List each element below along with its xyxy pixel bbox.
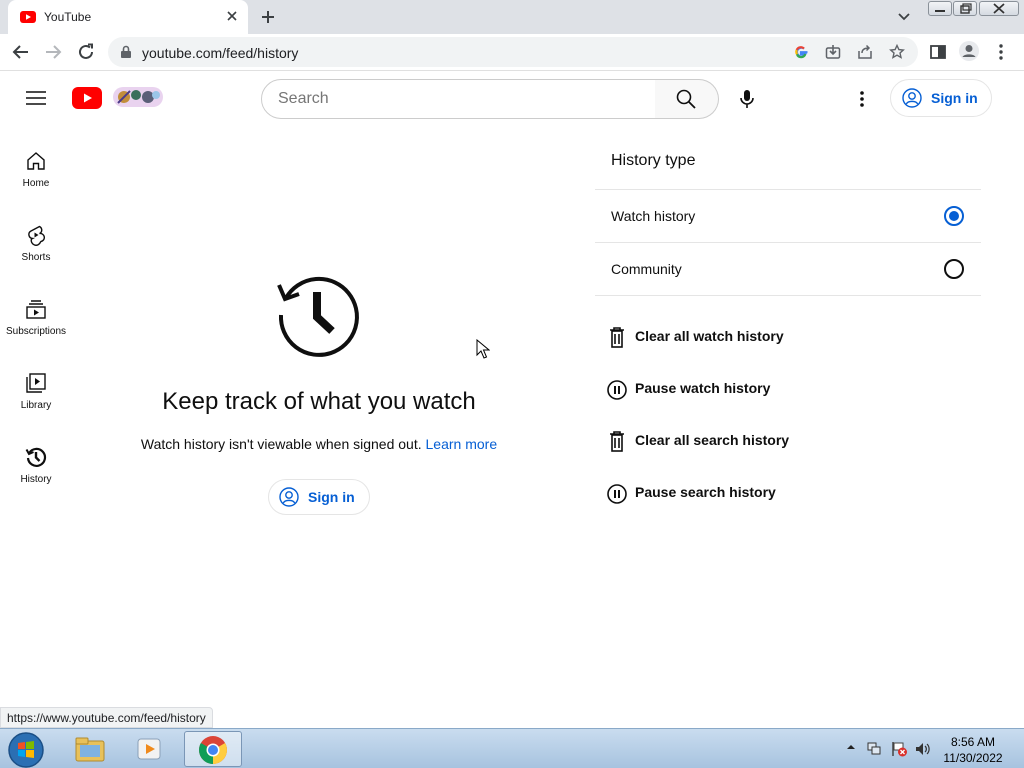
network-icon[interactable] — [866, 741, 882, 757]
clear-watch-history-button[interactable]: Clear all watch history — [605, 321, 865, 353]
option-label: Community — [611, 261, 682, 277]
action-center-flag-icon[interactable] — [890, 741, 908, 757]
install-app-icon[interactable] — [825, 44, 841, 60]
sidebar-item-history[interactable]: History — [0, 446, 72, 520]
url-text[interactable]: youtube.com/feed/history — [142, 45, 298, 61]
option-label: Watch history — [611, 208, 696, 224]
main-sign-in-label: Sign in — [308, 489, 355, 505]
new-tab-icon[interactable] — [260, 9, 276, 25]
action-label: Clear all search history — [635, 432, 790, 448]
youtube-logo[interactable] — [72, 87, 102, 109]
search-icon — [676, 89, 696, 109]
radio-button[interactable] — [944, 259, 964, 279]
chrome-icon — [198, 735, 228, 765]
clear-search-history-button[interactable]: Clear all search history — [605, 425, 865, 457]
radio-button-selected[interactable] — [944, 206, 964, 226]
sidebar-item-label: Library — [20, 400, 52, 411]
history-icon — [25, 446, 47, 468]
learn-more-link[interactable]: Learn more — [426, 436, 498, 452]
folder-icon — [74, 735, 106, 763]
windows-taskbar: 8:56 AM 11/30/2022 — [0, 728, 1024, 768]
more-options-icon[interactable] — [859, 90, 865, 108]
browser-tab[interactable]: YouTube — [8, 0, 248, 34]
sidebar-item-label: Subscriptions — [5, 326, 67, 337]
tab-title: YouTube — [44, 10, 92, 24]
youtube-header: Sign in — [0, 71, 1024, 127]
pause-icon — [605, 483, 629, 505]
doodle-logo[interactable] — [112, 85, 164, 109]
chrome-menu-icon[interactable] — [996, 43, 1006, 61]
hamburger-menu-icon[interactable] — [26, 90, 46, 106]
shorts-icon — [25, 224, 47, 246]
media-player-icon — [135, 735, 165, 763]
header-sign-in-button[interactable]: Sign in — [890, 79, 992, 117]
trash-icon — [605, 327, 629, 349]
pause-icon — [605, 379, 629, 401]
history-option-community[interactable]: Community — [595, 243, 981, 295]
profile-avatar-icon[interactable] — [958, 40, 980, 62]
volume-icon[interactable] — [914, 741, 930, 757]
divider — [595, 295, 981, 296]
sidebar-item-home[interactable]: Home — [0, 150, 72, 224]
pause-watch-history-button[interactable]: Pause watch history — [605, 373, 865, 405]
system-clock[interactable]: 8:56 AM 11/30/2022 — [938, 734, 1008, 766]
description-text: Watch history isn't viewable when signed… — [140, 436, 422, 452]
show-hidden-icons[interactable] — [846, 742, 856, 752]
address-bar[interactable]: youtube.com/feed/history — [108, 37, 918, 67]
sidebar-item-subscriptions[interactable]: Subscriptions — [0, 298, 72, 372]
sidebar-item-label: History — [20, 474, 52, 485]
share-icon[interactable] — [857, 44, 873, 60]
restore-button[interactable] — [953, 1, 977, 16]
action-label: Clear all watch history — [635, 328, 784, 344]
pause-search-history-button[interactable]: Pause search history — [605, 477, 865, 509]
tab-close-icon[interactable] — [226, 10, 238, 22]
reload-icon[interactable] — [77, 43, 95, 61]
status-url-tooltip: https://www.youtube.com/feed/history — [0, 707, 213, 728]
search-box[interactable] — [261, 79, 656, 119]
home-icon — [25, 150, 47, 172]
sidebar-item-label: Home — [22, 178, 50, 189]
google-icon[interactable] — [793, 44, 809, 60]
empty-state-title: Keep track of what you watch — [162, 388, 476, 415]
clock-date: 11/30/2022 — [943, 751, 1003, 765]
search-input[interactable] — [278, 90, 638, 108]
side-panel-icon[interactable] — [929, 43, 947, 61]
history-option-watch[interactable]: Watch history — [595, 190, 981, 242]
youtube-favicon-icon — [20, 11, 36, 23]
sidebar-item-shorts[interactable]: Shorts — [0, 224, 72, 298]
history-type-heading: History type — [611, 152, 696, 169]
forward-arrow-icon[interactable] — [44, 43, 62, 61]
browser-titlebar: YouTube — [0, 0, 1024, 34]
lock-icon[interactable] — [120, 45, 132, 59]
start-button[interactable] — [6, 731, 46, 768]
back-arrow-icon[interactable] — [12, 43, 30, 61]
action-label: Pause search history — [635, 484, 776, 500]
mouse-cursor-icon — [476, 339, 490, 359]
account-circle-icon — [902, 88, 922, 108]
action-label: Pause watch history — [635, 380, 771, 396]
close-window-button[interactable] — [979, 1, 1019, 16]
browser-toolbar: youtube.com/feed/history — [0, 34, 1024, 71]
trash-icon — [605, 431, 629, 453]
history-large-icon — [276, 272, 362, 358]
subscriptions-icon — [25, 298, 47, 320]
chevron-down-icon[interactable] — [897, 11, 911, 21]
account-circle-icon — [279, 487, 299, 507]
bookmark-star-icon[interactable] — [889, 44, 905, 60]
taskbar-chrome[interactable] — [184, 731, 242, 767]
empty-state-description: Watch history isn't viewable when signed… — [120, 436, 518, 452]
main-sign-in-button[interactable]: Sign in — [268, 479, 370, 515]
library-icon — [25, 372, 47, 394]
voice-search-button[interactable] — [727, 79, 767, 119]
taskbar-explorer[interactable] — [62, 731, 120, 767]
header-sign-in-label: Sign in — [931, 90, 978, 106]
microphone-icon — [739, 89, 755, 109]
taskbar-media-player[interactable] — [122, 731, 180, 767]
clock-time: 8:56 AM — [950, 735, 996, 749]
sidebar-item-label: Shorts — [21, 252, 51, 263]
sidebar-item-library[interactable]: Library — [0, 372, 72, 446]
minimize-button[interactable] — [928, 1, 952, 16]
search-button[interactable] — [655, 79, 719, 119]
